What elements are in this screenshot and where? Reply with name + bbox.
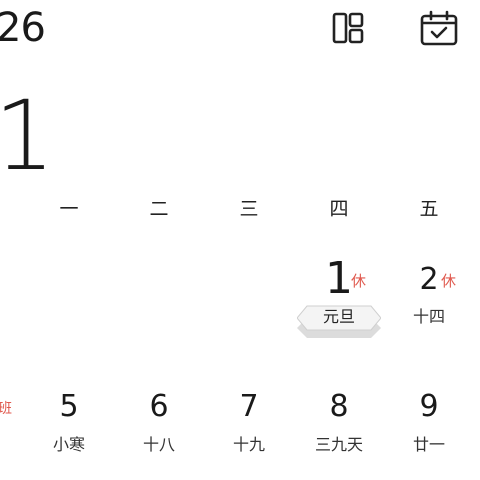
month-label: 1 xyxy=(0,80,56,192)
layout-icon xyxy=(332,12,364,44)
lunar-date: 十九 xyxy=(232,435,265,454)
holiday-rest-badge: 休 xyxy=(351,272,367,290)
holiday-rest-badge: 休 xyxy=(441,272,457,290)
day-number[interactable]: 9 xyxy=(399,389,459,425)
day-number[interactable]: 6 xyxy=(129,389,189,425)
weekday-thu: 四 xyxy=(329,198,349,220)
go-to-today-button[interactable] xyxy=(417,6,461,50)
holiday-label: 元旦 xyxy=(322,307,355,326)
day-number[interactable]: 5 xyxy=(39,389,99,425)
lunar-date: 十四 xyxy=(412,307,445,326)
day-number[interactable]: 8 xyxy=(309,389,369,425)
weekday-fri: 五 xyxy=(419,198,439,220)
lunar-date: 小寒 xyxy=(52,435,85,454)
lunar-date: 廿一 xyxy=(412,435,445,454)
lunar-date: 十八 xyxy=(142,435,175,454)
day-number[interactable]: 7 xyxy=(219,389,279,425)
weekday-tue: 二 xyxy=(149,198,169,220)
weekday-mon: 一 xyxy=(59,198,79,220)
weekday-wed: 三 xyxy=(239,198,259,220)
work-day-badge: 班 xyxy=(0,401,12,417)
layout-toggle-button[interactable] xyxy=(326,6,370,50)
calendar-check-icon xyxy=(420,10,458,46)
year-label: 26 xyxy=(0,5,46,51)
lunar-date: 三九天 xyxy=(314,435,363,454)
